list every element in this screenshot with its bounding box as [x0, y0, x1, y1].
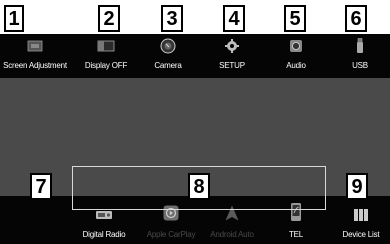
device-list-button[interactable]: Device List — [332, 196, 390, 244]
callout-5: 5 — [284, 5, 306, 32]
callout-1: 1 — [4, 5, 24, 32]
usb-label: USB — [352, 61, 368, 70]
screen-adjustment-icon — [27, 40, 43, 52]
digital-radio-label: Digital Radio — [82, 230, 126, 239]
callout-8: 8 — [188, 173, 210, 200]
callout-7: 7 — [30, 173, 52, 200]
setup-label: SETUP — [219, 61, 245, 70]
callout-4: 4 — [223, 5, 245, 32]
android-auto-label: Android Auto — [210, 230, 254, 239]
camera-icon — [160, 38, 176, 54]
camera-button[interactable]: Camera — [140, 34, 196, 78]
menu-screen: Screen Adjustment Display OFF Camera SET… — [0, 34, 390, 244]
display-off-button[interactable]: Display OFF — [76, 34, 136, 78]
tel-label: TEL — [288, 230, 304, 239]
callout-3: 3 — [161, 5, 183, 32]
apple-carplay-label: Apple CarPlay — [146, 230, 196, 239]
screen-adjustment-button[interactable]: Screen Adjustment — [0, 34, 70, 78]
callout-2: 2 — [98, 5, 120, 32]
display-off-label: Display OFF — [84, 61, 128, 70]
speaker-icon — [290, 40, 302, 52]
top-menu-bar: Screen Adjustment Display OFF Camera SET… — [0, 34, 390, 78]
camera-label: Camera — [154, 61, 182, 70]
callout-6: 6 — [345, 5, 367, 32]
gear-icon — [225, 39, 239, 53]
audio-label: Audio — [286, 61, 306, 70]
setup-button[interactable]: SETUP — [204, 34, 260, 78]
usb-icon — [357, 38, 363, 53]
usb-button[interactable]: USB — [332, 34, 388, 78]
audio-button[interactable]: Audio — [268, 34, 324, 78]
callout-9: 9 — [346, 173, 368, 200]
device-list-label: Device List — [342, 230, 380, 239]
device-list-icon — [354, 209, 368, 221]
screen-adjustment-label: Screen Adjustment — [3, 61, 67, 70]
display-off-icon — [97, 40, 115, 52]
radio-icon — [96, 211, 112, 219]
